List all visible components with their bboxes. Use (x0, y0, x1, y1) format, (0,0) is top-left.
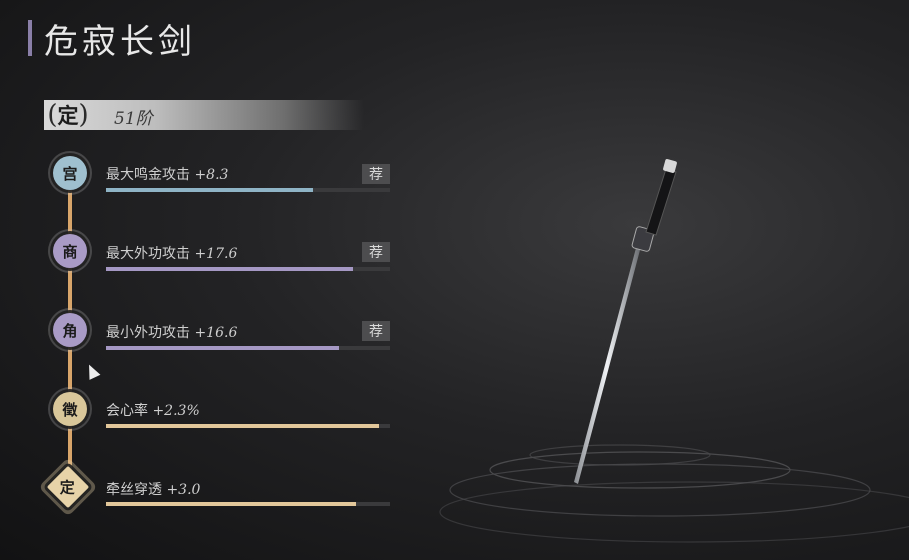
ripple-lines (439, 444, 909, 543)
sword-blade (574, 248, 640, 484)
sword-illustration (439, 159, 909, 543)
sword-handle (645, 168, 677, 236)
